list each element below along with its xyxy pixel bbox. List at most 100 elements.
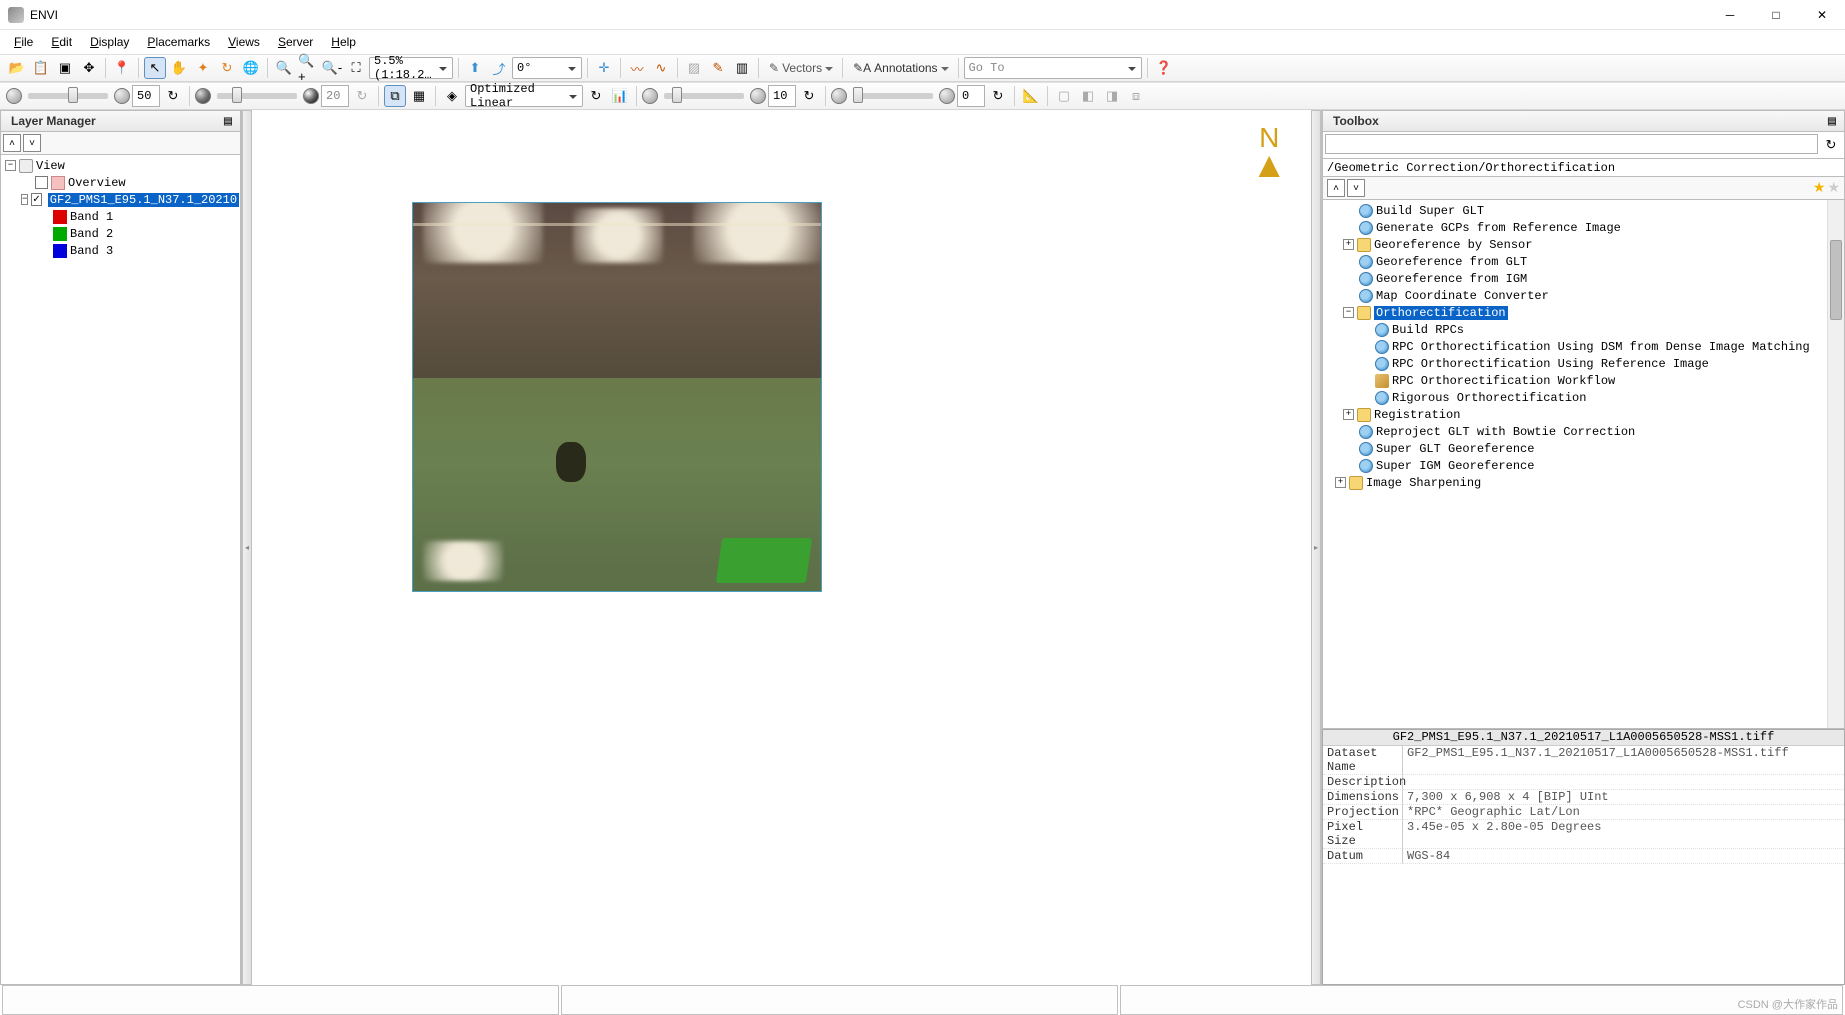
- pin-button[interactable]: 📍: [111, 57, 133, 79]
- stretch-combo[interactable]: Optimized Linear: [465, 85, 583, 107]
- chip-button[interactable]: ▣: [54, 57, 76, 79]
- portal-button[interactable]: ▢: [1053, 85, 1075, 107]
- north-up-button[interactable]: ⬆: [464, 57, 486, 79]
- layer-tree[interactable]: − View Overview −✓ GF2_PMS1_E95.1_N37.1_…: [0, 155, 241, 985]
- blend-button[interactable]: ◧: [1077, 85, 1099, 107]
- measure-button[interactable]: 📐: [1020, 85, 1042, 107]
- folder-registration[interactable]: +Registration: [1341, 406, 1842, 423]
- overview-checkbox[interactable]: [35, 176, 48, 189]
- tool-rpc-ref[interactable]: RPC Orthorectification Using Reference I…: [1373, 355, 1842, 372]
- pan-tool-button[interactable]: ✋: [168, 57, 190, 79]
- zoom-tool-button[interactable]: 🔍: [273, 57, 295, 79]
- zoom-fit-button[interactable]: ⛶: [345, 57, 367, 79]
- rotate-tool-button[interactable]: ↻: [216, 57, 238, 79]
- goto-combo[interactable]: Go To: [964, 57, 1142, 79]
- tool-reproject[interactable]: Reproject GLT with Bowtie Correction: [1357, 423, 1842, 440]
- tool-rpc-dsm[interactable]: RPC Orthorectification Using DSM from De…: [1373, 338, 1842, 355]
- contrast-slider[interactable]: [217, 93, 297, 99]
- menu-views[interactable]: Views: [220, 32, 268, 52]
- folder-ortho[interactable]: −Orthorectification: [1341, 304, 1842, 321]
- scroll-down-button[interactable]: ˅: [23, 134, 41, 152]
- stretch-view-button[interactable]: ⧉: [384, 85, 406, 107]
- histogram-button[interactable]: ◈: [441, 85, 463, 107]
- folder-sharpening[interactable]: +Image Sharpening: [1333, 474, 1842, 491]
- favorite-icon[interactable]: ★: [1813, 179, 1826, 197]
- panel-options-icon[interactable]: ▤: [220, 113, 236, 129]
- sharpen-slider[interactable]: [664, 93, 744, 99]
- band1-node[interactable]: Band 1: [51, 208, 238, 225]
- tool-build-super-glt[interactable]: Build Super GLT: [1357, 202, 1842, 219]
- tool-georef-glt[interactable]: Georeference from GLT: [1357, 253, 1842, 270]
- image-view[interactable]: N ▲: [252, 110, 1311, 985]
- minimize-button[interactable]: ─: [1707, 0, 1753, 30]
- tree-down-button[interactable]: ˅: [1347, 179, 1365, 197]
- select-tool-button[interactable]: ↖: [144, 57, 166, 79]
- crosshair-button[interactable]: ✛: [593, 57, 615, 79]
- annotations-menu[interactable]: ✎A Annotations: [848, 57, 952, 79]
- vectors-menu[interactable]: ✎ Vectors: [764, 57, 837, 79]
- overview-node[interactable]: Overview: [19, 174, 238, 191]
- tool-super-glt[interactable]: Super GLT Georeference: [1357, 440, 1842, 457]
- view-node[interactable]: − View: [3, 157, 238, 174]
- search-refresh-button[interactable]: ↻: [1820, 134, 1842, 156]
- menu-display[interactable]: Display: [82, 32, 137, 52]
- transparency-reset-button[interactable]: ↻: [987, 85, 1009, 107]
- feature-count-button[interactable]: ✎: [707, 57, 729, 79]
- zoom-extent-button[interactable]: 🌐: [240, 57, 262, 79]
- transparency-slider[interactable]: [853, 93, 933, 99]
- tool-super-igm[interactable]: Super IGM Georeference: [1357, 457, 1842, 474]
- folder-georef-sensor[interactable]: +Georeference by Sensor: [1341, 236, 1842, 253]
- band2-node[interactable]: Band 2: [51, 225, 238, 242]
- brightness-value[interactable]: 50: [132, 85, 160, 107]
- favorite-dim-icon[interactable]: ★: [1827, 179, 1840, 197]
- menu-placemarks[interactable]: Placemarks: [139, 32, 218, 52]
- brightness-reset-button[interactable]: ↻: [162, 85, 184, 107]
- sharpen-reset-button[interactable]: ↻: [798, 85, 820, 107]
- stretch-refresh-button[interactable]: ↻: [585, 85, 607, 107]
- zoom-combo[interactable]: 5.5% (1:18.2…: [369, 57, 453, 79]
- contrast-value[interactable]: 20: [321, 85, 349, 107]
- tool-build-rpcs[interactable]: Build RPCs: [1373, 321, 1842, 338]
- brightness-slider[interactable]: [28, 93, 108, 99]
- menu-file[interactable]: File: [6, 32, 41, 52]
- rotation-combo[interactable]: 0°: [512, 57, 582, 79]
- close-button[interactable]: ✕: [1799, 0, 1845, 30]
- transparency-value[interactable]: 0: [957, 85, 985, 107]
- open-file-button[interactable]: 📂: [6, 57, 28, 79]
- scatter-button[interactable]: ∿: [650, 57, 672, 79]
- toolbox-scrollbar[interactable]: [1827, 200, 1844, 728]
- tool-georef-igm[interactable]: Georeference from IGM: [1357, 270, 1842, 287]
- toolbox-tree[interactable]: Build Super GLT Generate GCPs from Refer…: [1322, 200, 1845, 729]
- profile-button[interactable]: 〰: [626, 57, 648, 79]
- image-checkbox[interactable]: ✓: [31, 193, 41, 206]
- right-collapse-handle[interactable]: ▸: [1311, 110, 1321, 985]
- stretch-full-button[interactable]: ▦: [408, 85, 430, 107]
- data-manager-button[interactable]: 📋: [30, 57, 52, 79]
- tool-map-coord[interactable]: Map Coordinate Converter: [1357, 287, 1842, 304]
- menu-edit[interactable]: Edit: [43, 32, 80, 52]
- toolbox-search-input[interactable]: [1325, 134, 1818, 154]
- maximize-button[interactable]: □: [1753, 0, 1799, 30]
- flicker-button[interactable]: ◨: [1101, 85, 1123, 107]
- barcode-button[interactable]: ▥: [731, 57, 753, 79]
- left-collapse-handle[interactable]: ◂: [242, 110, 252, 985]
- toolbox-options-icon[interactable]: ▤: [1824, 113, 1840, 129]
- fly-tool-button[interactable]: ✦: [192, 57, 214, 79]
- menu-server[interactable]: Server: [270, 32, 321, 52]
- scroll-up-button[interactable]: ˄: [3, 134, 21, 152]
- sharpen-value[interactable]: 10: [768, 85, 796, 107]
- image-layer-node[interactable]: −✓ GF2_PMS1_E95.1_N37.1_20210: [19, 191, 238, 208]
- contrast-reset-button[interactable]: ↻: [351, 85, 373, 107]
- swipe-button[interactable]: ⧈: [1125, 85, 1147, 107]
- tree-up-button[interactable]: ˄: [1327, 179, 1345, 197]
- roi-tool-button[interactable]: ▨: [683, 57, 705, 79]
- equalize-button[interactable]: 📊: [609, 85, 631, 107]
- rotate-to-button[interactable]: ⤴: [488, 57, 510, 79]
- tool-rpc-wf[interactable]: RPC Orthorectification Workflow: [1373, 372, 1842, 389]
- band3-node[interactable]: Band 3: [51, 242, 238, 259]
- tool-rigorous[interactable]: Rigorous Orthorectification: [1373, 389, 1842, 406]
- zoom-in-button[interactable]: 🔍+: [297, 57, 319, 79]
- zoom-out-button[interactable]: 🔍-: [321, 57, 343, 79]
- menu-help[interactable]: Help: [323, 32, 364, 52]
- help-icon[interactable]: ❓: [1153, 57, 1175, 79]
